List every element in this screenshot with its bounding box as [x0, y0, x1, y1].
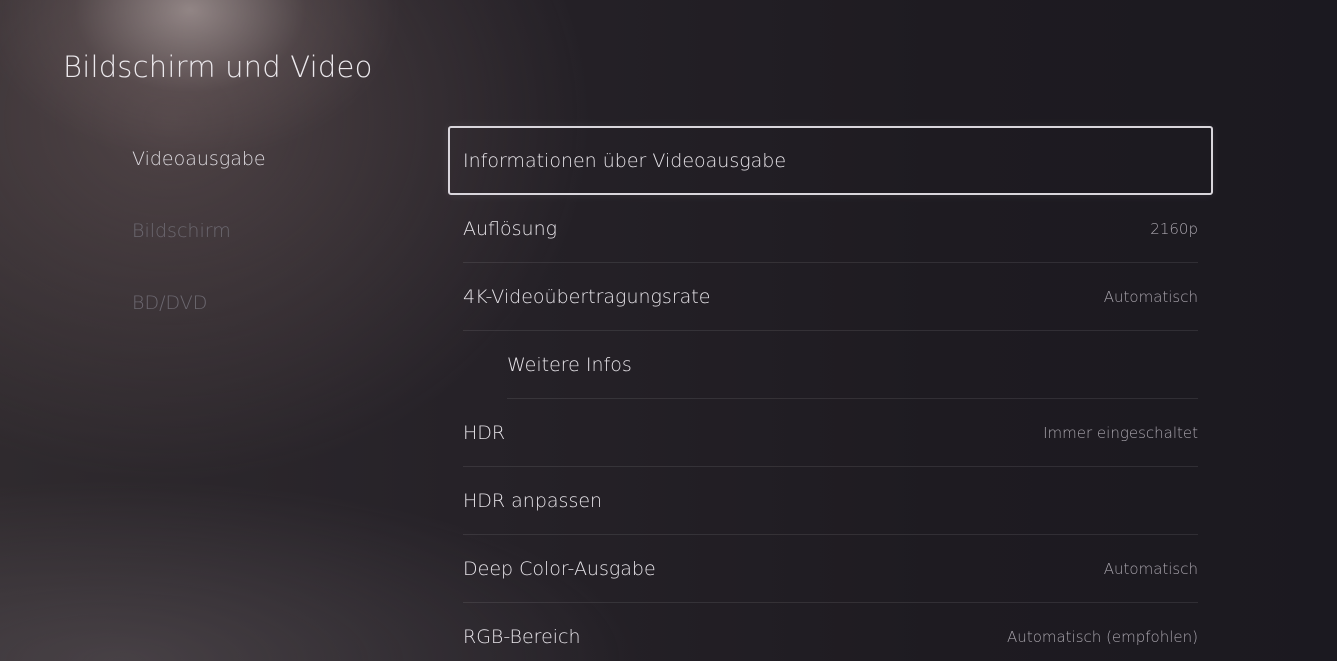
setting-label: RGB-Bereich	[463, 626, 581, 648]
sidebar-item-bd-dvd[interactable]: BD/DVD	[132, 284, 412, 356]
setting-value: Automatisch (empfohlen)	[1007, 628, 1198, 646]
setting-label: Deep Color-Ausgabe	[463, 558, 656, 580]
setting-more-info[interactable]: Weitere Infos	[448, 331, 1213, 399]
setting-label: 4K-Videoübertragungsrate	[463, 286, 711, 308]
setting-video-output-info[interactable]: Informationen über Videoausgabe	[448, 126, 1213, 195]
settings-list: Informationen über Videoausgabe Auflösun…	[448, 126, 1213, 661]
setting-rgb-range[interactable]: RGB-Bereich Automatisch (empfohlen)	[448, 603, 1213, 661]
setting-label: Informationen über Videoausgabe	[463, 149, 787, 172]
setting-value: Immer eingeschaltet	[1043, 424, 1198, 442]
setting-value: 2160p	[1150, 220, 1198, 238]
setting-hdr[interactable]: HDR Immer eingeschaltet	[448, 399, 1213, 467]
setting-label: HDR anpassen	[463, 490, 603, 512]
sidebar-nav: Videoausgabe Bildschirm BD/DVD	[132, 140, 412, 356]
setting-label: Auflösung	[463, 218, 558, 240]
setting-label: Weitere Infos	[507, 354, 632, 376]
setting-deep-color[interactable]: Deep Color-Ausgabe Automatisch	[448, 535, 1213, 603]
setting-4k-transfer-rate[interactable]: 4K-Videoübertragungsrate Automatisch	[448, 263, 1213, 331]
setting-resolution[interactable]: Auflösung 2160p	[448, 195, 1213, 263]
sidebar-item-bildschirm[interactable]: Bildschirm	[132, 212, 412, 284]
setting-hdr-adjust[interactable]: HDR anpassen	[448, 467, 1213, 535]
page-title: Bildschirm und Video	[63, 50, 373, 84]
setting-label: HDR	[463, 422, 506, 444]
sidebar-item-videoausgabe[interactable]: Videoausgabe	[132, 140, 412, 212]
setting-value: Automatisch	[1103, 288, 1198, 306]
setting-value: Automatisch	[1103, 560, 1198, 578]
